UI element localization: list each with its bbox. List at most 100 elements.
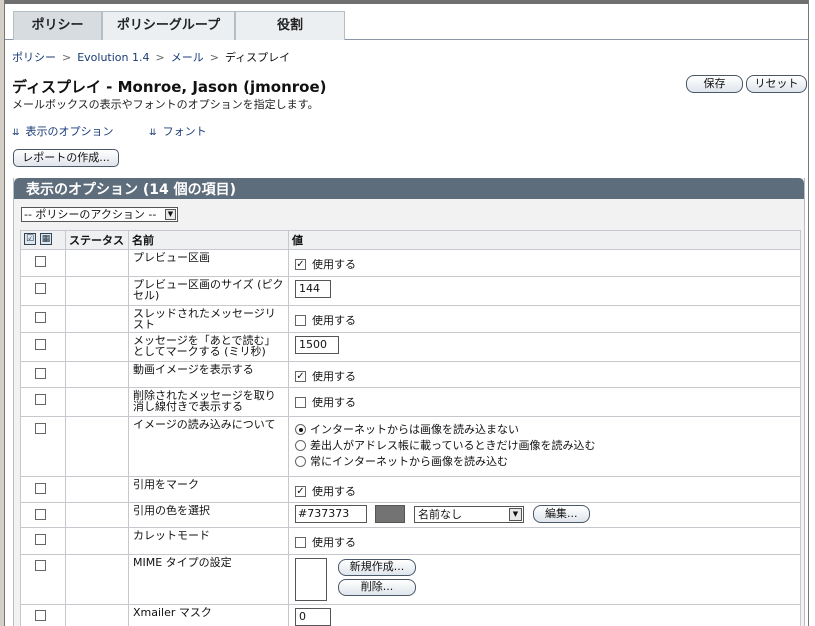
section-link-display-options[interactable]: ⇊ 表示のオプション bbox=[12, 123, 114, 139]
options-table: ☑▦ ステータス 名前 値 プレビュー区画 使用する プレビュー区画のサイズ (… bbox=[20, 230, 801, 626]
section-links: ⇊ 表示のオプション ⇊ フォント bbox=[12, 123, 239, 139]
option-name: プレビュー区画のサイズ (ピクセル) bbox=[128, 276, 289, 306]
breadcrumb-link-evolution[interactable]: Evolution 1.4 bbox=[77, 51, 149, 64]
radio-option[interactable]: 常にインターネットから画像を読み込む bbox=[295, 453, 794, 469]
color-name-select[interactable]: 名前なし ▼ bbox=[414, 505, 524, 523]
header-select-cell: ☑ ▦ bbox=[20, 230, 66, 250]
option-name: 動画イメージを表示する bbox=[128, 361, 289, 388]
citation-color-input[interactable]: #737373 bbox=[295, 505, 367, 523]
status-cell bbox=[65, 416, 129, 477]
breadcrumb-separator: > bbox=[155, 51, 165, 64]
tab-bar: ポリシー ポリシーグループ 役割 bbox=[5, 4, 808, 40]
column-header-name: 名前 bbox=[128, 230, 289, 250]
window-right-border bbox=[808, 0, 815, 626]
panel-header: 表示のオプション (14 個の項目) bbox=[14, 178, 804, 199]
radio-button[interactable] bbox=[295, 439, 306, 451]
option-name: メッセージを「あとで読む」としてマークする (ミリ秒) bbox=[128, 332, 289, 362]
table-row: スレッドされたメッセージリスト 使用する bbox=[20, 305, 801, 333]
status-cell bbox=[65, 387, 129, 417]
preview-pane-checkbox[interactable] bbox=[295, 258, 306, 270]
dropdown-arrow-icon: ▼ bbox=[509, 507, 522, 521]
row-select-checkbox[interactable] bbox=[35, 482, 46, 494]
delete-mime-type-button[interactable]: 削除... bbox=[338, 578, 416, 596]
table-row: カレットモード 使用する bbox=[20, 527, 801, 555]
radio-option[interactable]: インターネットからは画像を読み込まない bbox=[295, 421, 794, 437]
table-row: メッセージを「あとで読む」としてマークする (ミリ秒) 1500 bbox=[20, 332, 801, 362]
row-select-checkbox[interactable] bbox=[35, 311, 46, 323]
color-swatch[interactable] bbox=[375, 505, 405, 523]
radio-option[interactable]: 差出人がアドレス帳に載っているときだけ画像を読み込む bbox=[295, 437, 794, 453]
tab-roles[interactable]: 役割 bbox=[235, 11, 345, 40]
status-cell bbox=[65, 249, 129, 277]
table-row: 動画イメージを表示する 使用する bbox=[20, 361, 801, 388]
status-cell bbox=[65, 527, 129, 555]
mark-citations-checkbox[interactable] bbox=[295, 485, 306, 497]
panel-title: 表示のオプション (14 個の項目) bbox=[26, 182, 237, 198]
page-title: ディスプレイ - Monroe, Jason (jmonroe) bbox=[12, 78, 327, 96]
threaded-list-checkbox[interactable] bbox=[295, 314, 306, 326]
table-row: Xmailer マスク 0 bbox=[20, 603, 801, 626]
radio-button[interactable] bbox=[295, 423, 306, 435]
display-options-panel: 表示のオプション (14 個の項目) -- ポリシーのアクション -- ▼ ☑ ▦… bbox=[13, 178, 805, 626]
window-left-border bbox=[0, 0, 5, 626]
new-mime-type-button[interactable]: 新規作成... bbox=[338, 558, 416, 576]
breadcrumb-separator: > bbox=[62, 51, 72, 64]
edit-color-button[interactable]: 編集... bbox=[533, 505, 590, 523]
policy-action-select[interactable]: -- ポリシーのアクション -- ▼ bbox=[21, 207, 178, 222]
table-row: 引用の色を選択 #737373 名前なし ▼ 編集... bbox=[20, 502, 801, 528]
option-name: スレッドされたメッセージリスト bbox=[128, 305, 289, 333]
table-row: プレビュー区画 使用する bbox=[20, 249, 801, 277]
row-select-checkbox[interactable] bbox=[35, 422, 46, 434]
animated-images-checkbox[interactable] bbox=[295, 370, 306, 382]
row-select-checkbox[interactable] bbox=[35, 533, 46, 545]
page-subtitle: メールボックスの表示やフォントのオプションを指定します。 bbox=[12, 98, 319, 111]
row-select-checkbox[interactable] bbox=[35, 338, 46, 350]
radio-button[interactable] bbox=[295, 455, 306, 467]
row-select-checkbox[interactable] bbox=[35, 508, 46, 520]
row-select-checkbox[interactable] bbox=[35, 610, 46, 621]
select-none-icon[interactable]: ▦ bbox=[40, 233, 52, 245]
status-cell bbox=[65, 361, 129, 388]
option-name: 削除されたメッセージを取り消し線付きで表示する bbox=[128, 387, 289, 417]
option-name: カレットモード bbox=[128, 527, 289, 555]
create-report-button[interactable]: レポートの作成... bbox=[13, 149, 119, 167]
table-row: プレビュー区画のサイズ (ピクセル) 144 bbox=[20, 276, 801, 306]
status-cell bbox=[65, 476, 129, 503]
preview-pane-size-input[interactable]: 144 bbox=[295, 280, 331, 298]
select-all-icon[interactable]: ☑ bbox=[24, 233, 36, 245]
mime-type-list[interactable] bbox=[295, 557, 327, 601]
breadcrumb-link-mail[interactable]: メール bbox=[171, 51, 204, 64]
breadcrumb-separator: > bbox=[209, 51, 219, 64]
option-name: 引用をマーク bbox=[128, 476, 289, 503]
row-select-checkbox[interactable] bbox=[35, 282, 46, 294]
status-cell bbox=[65, 276, 129, 306]
table-header-row: ☑ ▦ ステータス 名前 値 bbox=[20, 230, 801, 250]
option-name: MIME タイプの設定 bbox=[128, 553, 289, 605]
double-chevron-down-icon: ⇊ bbox=[12, 128, 20, 138]
dropdown-arrow-icon: ▼ bbox=[165, 209, 176, 220]
tab-policy[interactable]: ポリシー bbox=[13, 11, 102, 40]
option-name: 引用の色を選択 bbox=[128, 502, 289, 528]
column-header-status: ステータス bbox=[65, 230, 129, 250]
option-name: プレビュー区画 bbox=[128, 249, 289, 277]
row-select-checkbox[interactable] bbox=[35, 367, 46, 379]
table-row: イメージの読み込みについて インターネットからは画像を読み込まない 差出人がアド… bbox=[20, 416, 801, 477]
row-select-checkbox[interactable] bbox=[35, 393, 46, 405]
reset-button[interactable]: リセット bbox=[746, 75, 807, 93]
row-select-checkbox[interactable] bbox=[35, 560, 46, 571]
option-name: Xmailer マスク bbox=[128, 603, 289, 626]
status-cell bbox=[65, 502, 129, 528]
breadcrumb-link-policy[interactable]: ポリシー bbox=[12, 51, 56, 64]
double-chevron-down-icon: ⇊ bbox=[149, 128, 157, 138]
breadcrumb-current: ディスプレイ bbox=[224, 51, 291, 64]
caret-mode-checkbox[interactable] bbox=[295, 536, 306, 548]
row-select-checkbox[interactable] bbox=[35, 255, 46, 267]
status-cell bbox=[65, 603, 129, 626]
table-row: 引用をマーク 使用する bbox=[20, 476, 801, 503]
tab-policy-group[interactable]: ポリシーグループ bbox=[102, 11, 235, 40]
mark-read-delay-input[interactable]: 1500 bbox=[295, 336, 339, 354]
strikeout-deleted-checkbox[interactable] bbox=[295, 396, 306, 408]
xmailer-mask-input[interactable]: 0 bbox=[295, 607, 331, 626]
section-link-fonts[interactable]: ⇊ フォント bbox=[149, 123, 207, 139]
save-button[interactable]: 保存 bbox=[686, 75, 743, 93]
